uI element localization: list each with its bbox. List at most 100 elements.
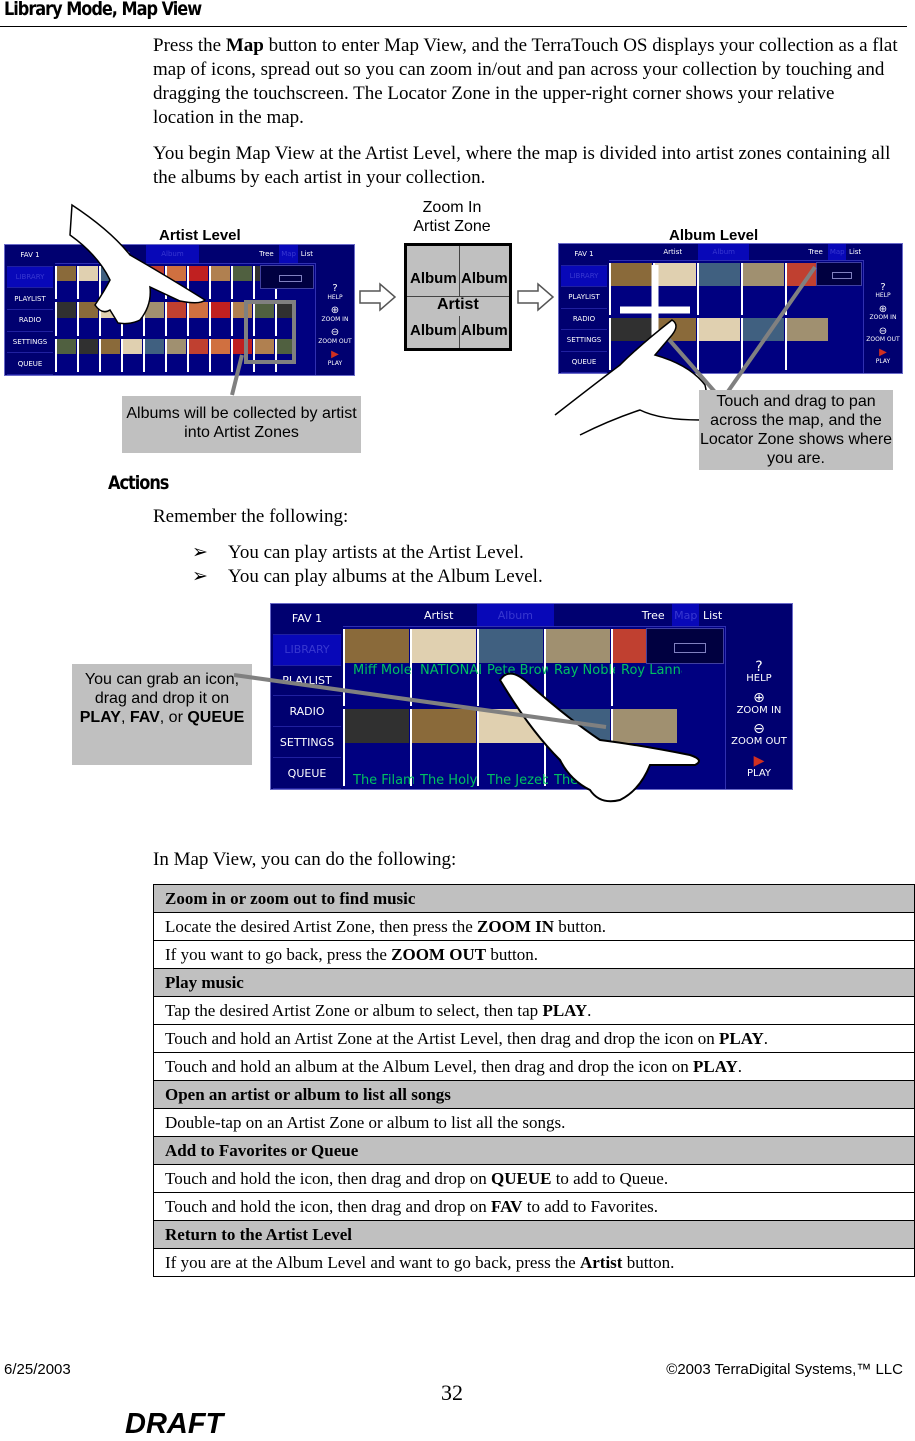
- nav-playlist[interactable]: PLAYLIST: [561, 287, 607, 309]
- help-button[interactable]: ? HELP: [864, 282, 902, 300]
- album-icon[interactable]: [741, 263, 784, 287]
- album-icon[interactable]: [410, 629, 476, 663]
- nav-queue[interactable]: QUEUE: [273, 758, 341, 789]
- tab-map[interactable]: Map: [672, 604, 700, 626]
- album-icon[interactable]: [143, 338, 164, 354]
- nav-radio[interactable]: RADIO: [561, 309, 607, 330]
- tab-tree[interactable]: Tree: [253, 245, 279, 263]
- nav-fav-1[interactable]: FAV 1: [7, 245, 53, 267]
- nav-fav-1[interactable]: FAV 1: [273, 604, 341, 635]
- nav-playlist[interactable]: PLAYLIST: [7, 288, 53, 310]
- zoom-out-button[interactable]: ⊖ ZOOM OUT: [726, 722, 792, 747]
- album-icon[interactable]: [121, 302, 142, 318]
- artist-zone-name[interactable]: Ray Noble: [554, 663, 615, 678]
- album-icon[interactable]: [55, 338, 76, 354]
- album-icon[interactable]: [609, 263, 652, 287]
- artist-zone-name[interactable]: Roy Lanna Silver: [621, 663, 682, 678]
- artist-zone-name[interactable]: The Holy: [420, 773, 481, 788]
- album-icon[interactable]: [77, 302, 98, 318]
- album-icon[interactable]: [697, 318, 740, 342]
- album-icon[interactable]: [77, 266, 98, 282]
- nav-queue[interactable]: QUEUE: [7, 353, 53, 375]
- album-icon[interactable]: [209, 266, 230, 282]
- album-icon[interactable]: [209, 302, 230, 318]
- album-icon[interactable]: [544, 709, 610, 743]
- tab-list[interactable]: List: [699, 604, 726, 626]
- album-icon[interactable]: [143, 302, 164, 318]
- album-icon[interactable]: [99, 266, 120, 282]
- tab-list[interactable]: List: [298, 245, 316, 263]
- tab-album[interactable]: Album: [146, 245, 199, 263]
- artist-zone-name[interactable]: Miff Mole: [353, 663, 414, 678]
- album-icon[interactable]: [165, 338, 186, 354]
- zoom-in-button[interactable]: ⊕ ZOOM IN: [726, 691, 792, 716]
- album-icon[interactable]: [410, 709, 476, 743]
- nav-playlist[interactable]: PLAYLIST: [273, 666, 341, 697]
- album-icon[interactable]: [187, 338, 208, 354]
- help-button[interactable]: ? HELP: [726, 659, 792, 685]
- album-icon[interactable]: [697, 263, 740, 287]
- nav-library[interactable]: LIBRARY: [561, 265, 607, 287]
- zoom-out-button[interactable]: ⊖ ZOOM OUT: [316, 328, 354, 345]
- tab-map[interactable]: Map: [279, 245, 298, 263]
- album-icon[interactable]: [231, 266, 252, 282]
- help-button[interactable]: ? HELP: [316, 283, 354, 301]
- album-icon[interactable]: [343, 629, 409, 663]
- album-icon[interactable]: [741, 318, 784, 342]
- tab-tree[interactable]: Tree: [634, 604, 672, 626]
- artist-zone-name[interactable]: The Origin: [554, 773, 615, 788]
- play-button[interactable]: ▶ PLAY: [316, 350, 354, 367]
- nav-queue[interactable]: QUEUE: [561, 352, 607, 373]
- tab-map[interactable]: Map: [828, 244, 847, 260]
- artist-zone-name[interactable]: The Filame: [353, 773, 414, 788]
- album-icon[interactable]: [99, 338, 120, 354]
- artist-zone-name[interactable]: NATIONAL: [420, 663, 481, 678]
- tab-album[interactable]: Album: [698, 244, 750, 260]
- album-icon[interactable]: [165, 302, 186, 318]
- album-icon[interactable]: [99, 302, 120, 318]
- album-icon[interactable]: [77, 338, 98, 354]
- album-icon[interactable]: [187, 302, 208, 318]
- tab-tree[interactable]: Tree: [803, 244, 829, 260]
- nav-settings[interactable]: SETTINGS: [7, 332, 53, 354]
- tab-artist[interactable]: Artist: [400, 604, 477, 626]
- album-icon[interactable]: [55, 302, 76, 318]
- album-icon[interactable]: [477, 629, 543, 663]
- zoom-in-button[interactable]: ⊕ ZOOM IN: [864, 304, 902, 322]
- nav-settings[interactable]: SETTINGS: [273, 727, 341, 759]
- nav-library[interactable]: LIBRARY: [7, 266, 53, 289]
- album-icon[interactable]: [653, 318, 696, 342]
- album-icon[interactable]: [121, 266, 142, 282]
- nav-fav-1[interactable]: FAV 1: [561, 244, 607, 266]
- play-button[interactable]: ▶ PLAY: [864, 348, 902, 365]
- tab-album[interactable]: Album: [477, 604, 554, 626]
- zone-divider: [785, 286, 787, 315]
- album-icon[interactable]: [209, 338, 230, 354]
- table-cell: If you are at the Album Level and want t…: [153, 1248, 915, 1277]
- album-icon[interactable]: [121, 338, 142, 354]
- artist-zone-name[interactable]: Pete Brow: [487, 663, 548, 678]
- album-icon[interactable]: [165, 266, 186, 282]
- album-icon[interactable]: [143, 266, 164, 282]
- zoom-out-button[interactable]: ⊖ ZOOM OUT: [864, 326, 902, 344]
- tab-artist[interactable]: Artist: [647, 244, 698, 260]
- zoom-in-button[interactable]: ⊕ ZOOM IN: [316, 306, 354, 323]
- tab-artist[interactable]: Artist: [94, 245, 146, 263]
- album-icon[interactable]: [785, 318, 828, 342]
- album-icon[interactable]: [343, 709, 409, 743]
- nav-radio[interactable]: RADIO: [7, 310, 53, 332]
- album-icon[interactable]: [544, 629, 610, 663]
- album-icon[interactable]: [611, 709, 677, 743]
- tab-list[interactable]: List: [846, 244, 864, 260]
- nav-radio[interactable]: RADIO: [273, 697, 341, 728]
- album-icon[interactable]: [653, 263, 696, 287]
- album-icon[interactable]: [55, 266, 76, 282]
- play-button[interactable]: ▶ PLAY: [726, 754, 792, 779]
- nav-settings[interactable]: SETTINGS: [561, 330, 607, 352]
- album-icon[interactable]: [187, 266, 208, 282]
- nav-library[interactable]: LIBRARY: [273, 634, 341, 666]
- artist-zone-name[interactable]: The Jezeb: [487, 773, 548, 788]
- album-icon[interactable]: [609, 318, 652, 342]
- control-label: ZOOM IN: [321, 315, 349, 323]
- album-icon[interactable]: [477, 709, 543, 743]
